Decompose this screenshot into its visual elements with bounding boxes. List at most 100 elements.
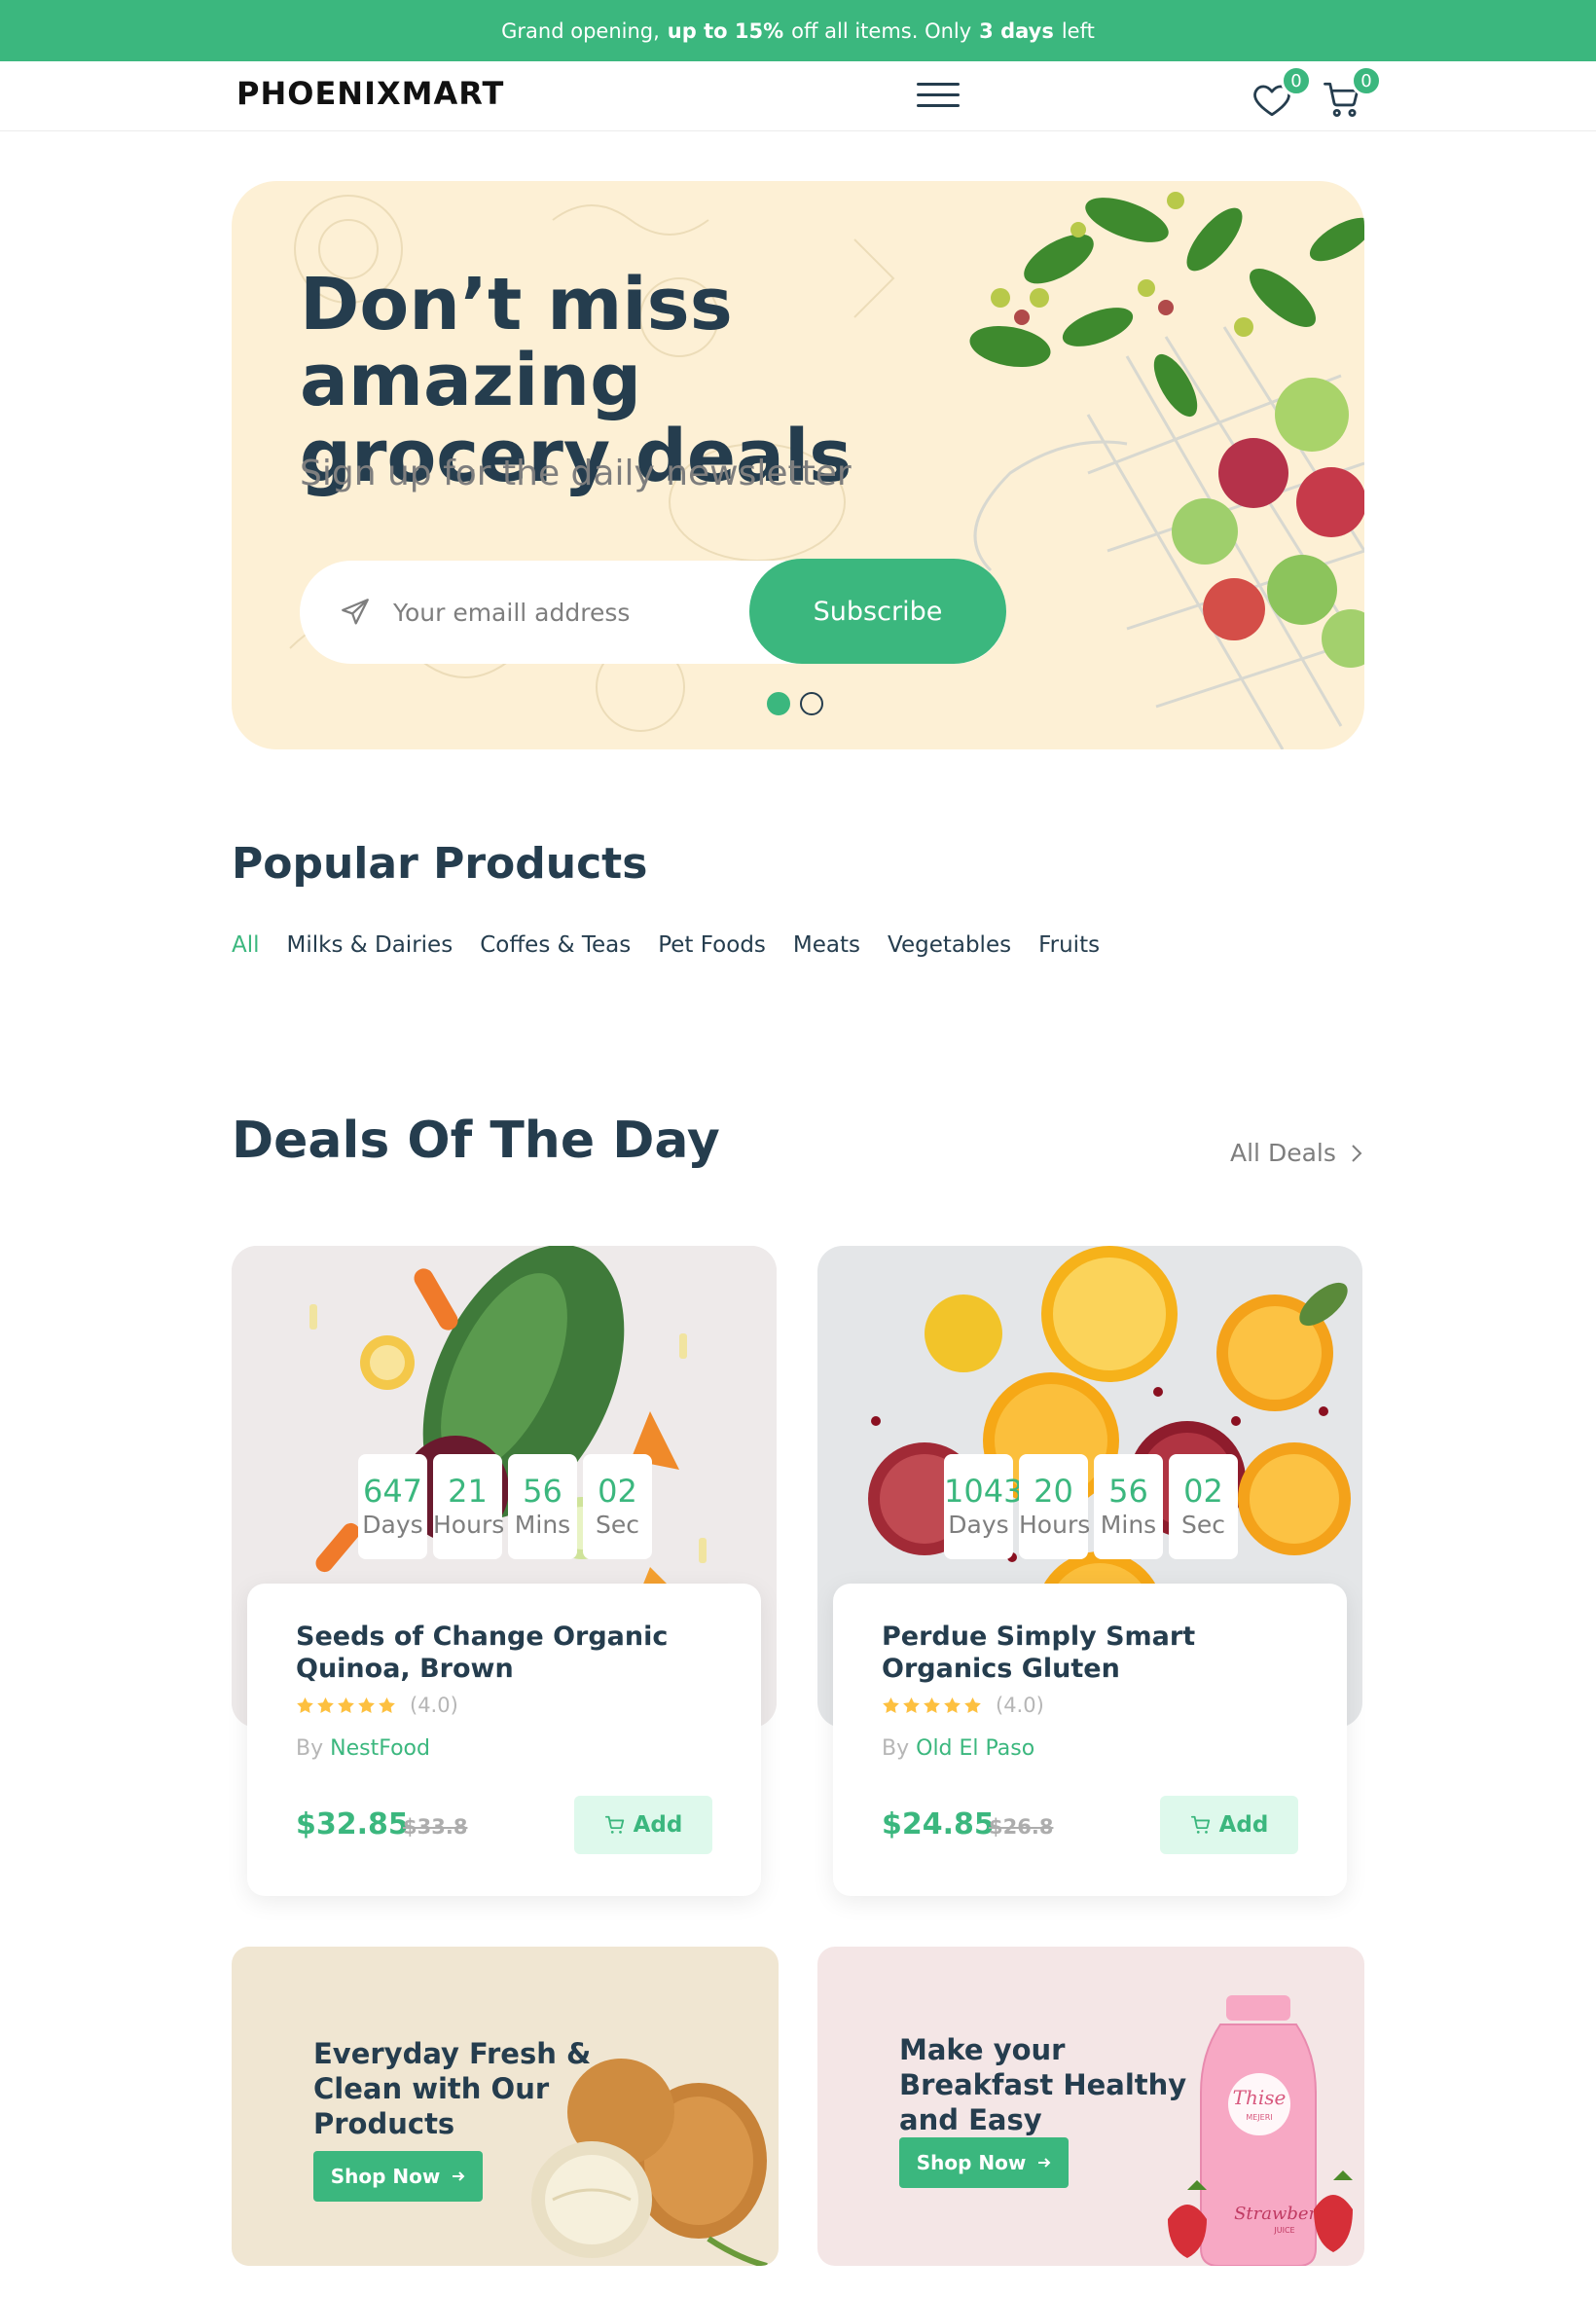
deal-price: $32.85 <box>296 1807 409 1841</box>
star-icon <box>924 1696 940 1713</box>
bottle-type: JUICE <box>1273 2226 1294 2235</box>
cart-count-badge: 0 <box>1351 65 1382 96</box>
countdown-unit: Days <box>362 1511 423 1539</box>
send-icon <box>342 599 369 625</box>
promo-days: 3 days <box>979 18 1054 43</box>
countdown-value: 647 <box>362 1473 423 1510</box>
star-icon <box>338 1696 354 1713</box>
countdown-value: 56 <box>523 1473 562 1510</box>
countdown-hours: 20 Hours <box>1019 1454 1091 1559</box>
banner-1-title: Everyday Fresh & Clean with Our Products <box>313 2037 592 2140</box>
countdown-unit: Sec <box>596 1511 639 1539</box>
deal-old-price: $33.8 <box>403 1815 468 1839</box>
add-label: Add <box>633 1812 683 1838</box>
tab-milks-dairies[interactable]: Milks & Dairies <box>287 932 453 958</box>
deal-title[interactable]: Perdue Simply Smart Organics Gluten <box>882 1621 1290 1685</box>
hero-fruit-bag-image <box>969 192 1364 749</box>
countdown-unit: Sec <box>1181 1511 1225 1539</box>
newsletter-form: Subscribe <box>300 559 1006 664</box>
deal-vendor: By NestFood <box>296 1736 430 1761</box>
countdown-unit: Days <box>948 1511 1009 1539</box>
star-rating: (4.0) <box>296 1694 458 1717</box>
arrow-right-icon <box>453 2171 465 2181</box>
star-icon <box>883 1696 899 1713</box>
promo-banner-1: Everyday Fresh & Clean with Our Products… <box>232 1947 779 2266</box>
banner-1-shop-button[interactable]: Shop Now <box>313 2151 483 2202</box>
rating-value: (4.0) <box>410 1694 458 1717</box>
star-icon <box>358 1696 375 1713</box>
deal-card-2: Perdue Simply Smart Organics Gluten (4.0… <box>833 1584 1347 1896</box>
banner-2-shop-button[interactable]: Shop Now <box>899 2137 1069 2188</box>
star-icon <box>297 1696 313 1713</box>
cart-icon <box>604 1815 624 1834</box>
countdown-unit: Mins <box>514 1511 571 1539</box>
vendor-link[interactable]: NestFood <box>330 1736 430 1761</box>
all-deals-link[interactable]: All Deals <box>1230 1139 1363 1167</box>
countdown-sec: 02 Sec <box>1169 1454 1238 1559</box>
menu-line <box>917 83 960 86</box>
deal-old-price: $26.8 <box>989 1815 1054 1839</box>
wishlist-button[interactable]: 0 <box>1251 65 1312 124</box>
countdown-value: 20 <box>1034 1473 1073 1510</box>
bottle-brand-sub: MEJERI <box>1246 2113 1272 2122</box>
promo-suffix: left <box>1061 18 1095 43</box>
countdown-unit: Hours <box>1019 1511 1091 1539</box>
hero-slider-dots <box>767 692 823 715</box>
deal-title[interactable]: Seeds of Change Organic Quinoa, Brown <box>296 1621 705 1685</box>
tab-meats[interactable]: Meats <box>793 932 860 958</box>
promo-middle: off all items. Only <box>791 18 972 43</box>
all-deals-label: All Deals <box>1230 1139 1336 1167</box>
hamburger-menu-button[interactable] <box>917 83 960 112</box>
subscribe-button[interactable]: Subscribe <box>749 559 1006 664</box>
shop-now-label: Shop Now <box>916 2151 1027 2174</box>
promo-banner-2: Thise MEJERI Strawberry JUICE Make your … <box>817 1947 1364 2266</box>
tab-all[interactable]: All <box>232 932 260 958</box>
promo-highlight: up to 15% <box>667 18 784 43</box>
countdown-value: 1043 <box>944 1473 1024 1510</box>
star-icon <box>317 1696 334 1713</box>
shop-now-label: Shop Now <box>330 2165 441 2188</box>
add-label: Add <box>1218 1812 1269 1838</box>
banner-2-title: Make your Breakfast Healthy and Easy <box>899 2033 1187 2136</box>
countdown-value: 02 <box>598 1473 637 1510</box>
site-header: PHOENIXMART 0 0 <box>0 61 1596 131</box>
countdown-value: 02 <box>1183 1473 1223 1510</box>
star-icon <box>944 1696 961 1713</box>
menu-line <box>917 104 960 107</box>
add-to-cart-button[interactable]: Add <box>574 1796 712 1854</box>
countdown-mins: 56 Mins <box>508 1454 577 1559</box>
tab-coffes-teas[interactable]: Coffes & Teas <box>480 932 631 958</box>
wishlist-count-badge: 0 <box>1281 65 1312 96</box>
arrow-right-icon <box>1038 2158 1051 2168</box>
countdown-unit: Hours <box>433 1511 505 1539</box>
chevron-right-icon <box>1352 1144 1362 1162</box>
hero-title-line-1: Don’t miss amazing <box>300 263 733 422</box>
vendor-link[interactable]: Old El Paso <box>916 1736 1034 1761</box>
add-to-cart-button[interactable]: Add <box>1160 1796 1298 1854</box>
countdown-value: 56 <box>1108 1473 1148 1510</box>
by-label: By <box>882 1736 910 1761</box>
slider-dot-2[interactable] <box>800 692 823 715</box>
deals-title: Deals Of The Day <box>232 1112 720 1170</box>
countdown-mins: 56 Mins <box>1094 1454 1163 1559</box>
countdown-sec: 02 Sec <box>583 1454 652 1559</box>
countdown-hours: 21 Hours <box>433 1454 505 1559</box>
tab-fruits[interactable]: Fruits <box>1038 932 1100 958</box>
countdown-value: 21 <box>448 1473 488 1510</box>
by-label: By <box>296 1736 324 1761</box>
promo-prefix: Grand opening, <box>501 18 660 43</box>
cart-button[interactable]: 0 <box>1322 65 1382 124</box>
countdown-days: 647 Days <box>358 1454 427 1559</box>
site-logo[interactable]: PHOENIXMART <box>236 75 504 112</box>
star-rating: (4.0) <box>882 1694 1044 1717</box>
tab-pet-foods[interactable]: Pet Foods <box>658 932 766 958</box>
promo-bar: Grand opening, up to 15% off all items. … <box>0 0 1596 61</box>
hero-banner: Don’t miss amazing grocery deals Sign up… <box>232 181 1364 749</box>
newsletter-email-input[interactable] <box>393 590 724 635</box>
star-icon <box>903 1696 920 1713</box>
countdown-unit: Mins <box>1100 1511 1157 1539</box>
star-icon <box>379 1696 395 1713</box>
slider-dot-1[interactable] <box>767 692 790 715</box>
deal-countdown-1: 647 Days 21 Hours 56 Mins 02 Sec <box>358 1454 652 1559</box>
tab-vegetables[interactable]: Vegetables <box>888 932 1011 958</box>
